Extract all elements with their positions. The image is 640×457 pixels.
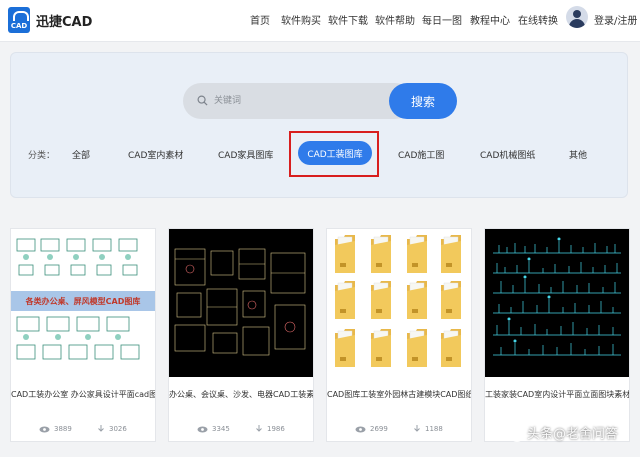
search-icon [197, 95, 208, 106]
logo[interactable]: CAD 迅捷CAD [8, 7, 92, 33]
nav-online-convert[interactable]: 在线转换 [518, 12, 558, 27]
resource-card[interactable]: 工装家装CAD室内设计平面立面图块素材 [484, 228, 630, 442]
card-thumbnail[interactable] [485, 229, 629, 377]
card-thumbnail[interactable]: 各类办公桌、屏风模型CAD图库 [11, 229, 155, 377]
card-title[interactable]: CAD工装办公室 办公家具设计平面cad图块... [11, 389, 155, 400]
eye-icon [39, 426, 50, 432]
nav-daily-image[interactable]: 每日一图 [422, 12, 462, 27]
nav-help[interactable]: 软件帮助 [375, 12, 415, 27]
elevation-cad-drawing-image [493, 237, 621, 356]
login-register-link[interactable]: 登录/注册 [594, 12, 637, 27]
office-cad-drawing-image [174, 248, 306, 356]
downloads-stat: 3026 [97, 425, 127, 433]
category-furniture[interactable]: CAD家具图库 [218, 148, 273, 161]
nav-download[interactable]: 软件下载 [328, 12, 368, 27]
card-thumbnail[interactable] [169, 229, 313, 377]
top-header: CAD 迅捷CAD 首页 软件购买 软件下载 软件帮助 每日一图 教程中心 在线… [0, 0, 640, 42]
views-count: 3889 [54, 425, 72, 433]
category-mechanical[interactable]: CAD机械图纸 [480, 148, 535, 161]
resource-card[interactable]: 办公桌、会议桌、沙发、电器CAD工装素材... 3345 1986 [168, 228, 314, 442]
logo-text: 迅捷CAD [36, 14, 93, 30]
watermark-logo-icon [510, 427, 524, 442]
eye-icon [355, 426, 366, 432]
card-thumbnail[interactable] [327, 229, 471, 377]
download-icon [98, 425, 104, 432]
category-interior[interactable]: CAD室内素材 [128, 148, 183, 161]
views-count: 2699 [370, 425, 388, 433]
download-icon [414, 425, 420, 432]
card-stats: 3345 1986 [169, 419, 313, 439]
card-title[interactable]: 办公桌、会议桌、沙发、电器CAD工装素材... [169, 389, 313, 400]
eye-icon [197, 426, 208, 432]
card-banner-text: 各类办公桌、屏风模型CAD图库 [25, 297, 141, 306]
nav-purchase[interactable]: 软件购买 [281, 12, 321, 27]
search-button[interactable]: 搜索 [389, 83, 457, 119]
downloads-count: 3026 [109, 425, 127, 433]
downloads-stat: 1188 [413, 425, 443, 433]
card-stats: 3889 3026 [11, 419, 155, 439]
card-title[interactable]: 工装家装CAD室内设计平面立面图块素材 [485, 389, 629, 400]
card-stats: 2699 1188 [327, 419, 471, 439]
category-construction[interactable]: CAD施工图 [398, 148, 444, 161]
logo-badge-icon: CAD [8, 7, 30, 33]
downloads-count: 1188 [425, 425, 443, 433]
downloads-count: 1986 [267, 425, 285, 433]
highlight-annotation-box [289, 131, 379, 177]
resource-card[interactable]: CAD图库工装室外园林古建模块CAD图纸下... 2699 1188 [326, 228, 472, 442]
watermark-text: 头条@老舍问答 [527, 427, 619, 442]
views-stat: 3889 [39, 425, 72, 433]
search-input[interactable] [214, 93, 384, 109]
views-count: 3345 [212, 425, 230, 433]
category-all[interactable]: 全部 [72, 148, 90, 161]
views-stat: 2699 [355, 425, 388, 433]
downloads-stat: 1986 [255, 425, 285, 433]
category-label: 分类： [28, 151, 56, 161]
card-title[interactable]: CAD图库工装室外园林古建模块CAD图纸下... [327, 389, 471, 400]
watermark: 头条@老舍问答 [510, 423, 618, 442]
nav-tutorials[interactable]: 教程中心 [470, 12, 510, 27]
resource-card[interactable]: 各类办公桌、屏风模型CAD图库 CAD工装办公室 办公家具设计平面cad图块..… [10, 228, 156, 442]
download-icon [256, 425, 262, 432]
user-avatar-icon[interactable] [566, 6, 588, 28]
category-other[interactable]: 其他 [569, 148, 587, 161]
nav-home[interactable]: 首页 [250, 12, 270, 27]
views-stat: 3345 [197, 425, 230, 433]
folder-icons-image [334, 234, 462, 368]
